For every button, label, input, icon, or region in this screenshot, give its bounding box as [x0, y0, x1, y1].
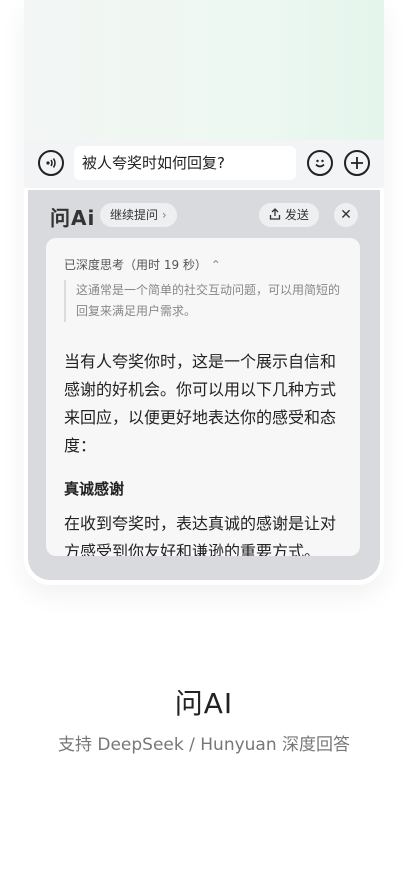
wen-ai-logo: 问Ai [50, 206, 96, 230]
answer-section-text: 在收到夸奖时，表达真诚的感谢是让对方感受到你友好和谦逊的重要方式。 [64, 514, 337, 556]
emoji-glyph [315, 159, 325, 168]
chevron-right-icon: › [161, 208, 167, 222]
answer-section-title: 真诚感谢 [64, 480, 125, 498]
panel-header: 问Ai 继续提问 › 发送 ✕ [28, 190, 380, 240]
voice-wave-icon[interactable] [38, 150, 64, 176]
chevron-up-icon: ⌃ [210, 258, 221, 272]
send-label: 发送 [284, 208, 309, 222]
answer-card: 已深度思考（用时 19 秒） ⌃ 这通常是一个简单的社交互动问题，可以用简短的回… [46, 238, 360, 556]
message-input[interactable]: 被人夸奖时如何回复? [74, 146, 296, 180]
emoji-icon[interactable] [307, 150, 333, 176]
phone-mockup: 被人夸奖时如何回复? 问Ai 继续提问 › 发送 ✕ 已深度思考（用时 19 秒… [24, 0, 384, 585]
close-icon[interactable]: ✕ [334, 203, 358, 227]
plus-icon[interactable] [344, 150, 370, 176]
composer-bar: 被人夸奖时如何回复? [24, 140, 384, 188]
hero-title: 问AI [174, 687, 234, 720]
send-button[interactable]: 发送 [259, 203, 319, 227]
answer-intro: 当有人夸奖你时，这是一个展示自信和感谢的好机会。你可以用以下几种方式来回应，以便… [64, 352, 337, 455]
chat-background [24, 0, 384, 140]
share-icon [269, 208, 281, 220]
thinking-toggle[interactable]: 已深度思考（用时 19 秒） ⌃ [64, 256, 221, 273]
thinking-label: 已深度思考（用时 19 秒） [64, 258, 207, 272]
thinking-text: 这通常是一个简单的社交互动问题，可以用简短的回复来满足用户需求。 [64, 280, 346, 322]
plus-glyph [351, 157, 363, 169]
follow-up-button[interactable]: 继续提问 › [100, 203, 177, 227]
voice-wave-glyph [46, 158, 56, 168]
ai-answer-panel: 问Ai 继续提问 › 发送 ✕ 已深度思考（用时 19 秒） ⌃ 这通常是一个简… [28, 190, 380, 580]
hero-subtitle: 支持 DeepSeek / Hunyuan 深度回答 [57, 735, 351, 755]
follow-up-label: 继续提问 [110, 208, 159, 222]
